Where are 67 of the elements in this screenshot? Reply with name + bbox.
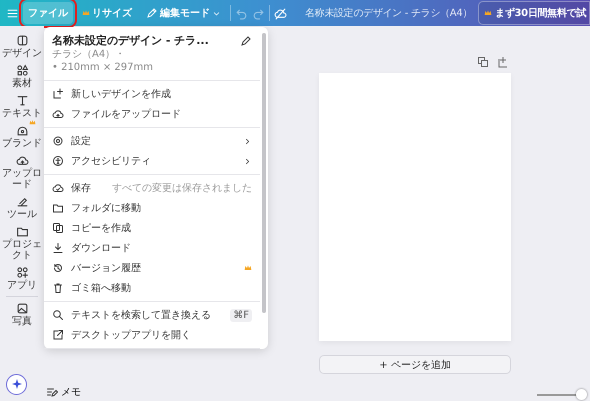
rail-label[interactable]: 写真 <box>1 316 43 327</box>
rail-label[interactable]: テキスト <box>1 108 43 119</box>
history-icon <box>52 262 64 274</box>
rail-label[interactable]: ブランド <box>1 138 43 149</box>
copy-icon[interactable] <box>477 56 489 68</box>
chevron-right-icon <box>243 136 252 146</box>
shapes-icon[interactable] <box>16 64 28 77</box>
cloud-icon[interactable] <box>274 6 287 20</box>
pencil-icon <box>146 7 158 19</box>
search-icon <box>52 309 64 321</box>
image-icon[interactable] <box>16 302 28 315</box>
menu-item[interactable]: 新しいデザインを作成 <box>44 84 260 104</box>
copy-icon <box>52 222 64 234</box>
external-link-icon <box>52 329 64 341</box>
crown-icon <box>244 264 252 272</box>
add-page-icon[interactable] <box>497 56 509 68</box>
save-status: すべての変更は保存されました <box>112 182 252 195</box>
menu-item[interactable]: 保存 すべての変更は保存されました <box>44 178 260 198</box>
crown-icon <box>28 119 36 126</box>
scrollbar[interactable] <box>262 33 266 313</box>
rail-label[interactable]: ツール <box>1 209 43 220</box>
folder-icon[interactable] <box>16 225 28 238</box>
cloud-upload-icon[interactable] <box>16 154 28 167</box>
add-page-button[interactable]: + ページを追加 <box>319 355 511 374</box>
chevron-right-icon <box>243 156 252 166</box>
menu-item[interactable]: アクセシビリティ <box>44 151 260 171</box>
menu-item[interactable]: コピーを作成 <box>44 218 260 238</box>
trial-button[interactable]: まず30日間無料で試 <box>478 1 590 25</box>
crown-icon <box>82 9 90 17</box>
rail-label[interactable]: アプリ <box>1 280 43 291</box>
notes-icon <box>46 386 58 398</box>
folder-icon <box>52 202 64 214</box>
rail-label[interactable]: 素材 <box>1 78 43 89</box>
menu-item[interactable]: テキストを検索して置き換える ⌘F <box>44 305 260 325</box>
rail-label[interactable]: プロジェクト <box>1 239 43 261</box>
building-icon[interactable] <box>16 124 28 137</box>
rail-label[interactable]: デザイン <box>1 48 43 59</box>
pencil-icon[interactable] <box>16 195 28 208</box>
menu-item[interactable]: バージョン履歴 <box>44 258 260 278</box>
trash-icon <box>52 282 64 294</box>
menu-item[interactable]: 設定 <box>44 131 260 151</box>
settings-icon <box>52 135 64 147</box>
cloud-upload-icon <box>52 108 64 120</box>
accessibility-icon <box>52 155 64 167</box>
slider-thumb[interactable] <box>576 389 588 400</box>
rail-label[interactable]: アップロード <box>1 168 43 190</box>
text-icon[interactable] <box>16 94 28 107</box>
magic-button[interactable] <box>6 374 27 394</box>
cloud-check-icon <box>52 182 64 194</box>
menu-item[interactable]: ファイルをアップロード <box>44 104 260 124</box>
document-title: 名称未設定のデザイン - チラシ（A4） <box>304 6 472 20</box>
menu-item[interactable]: ダウンロード <box>44 238 260 258</box>
pencil-icon[interactable] <box>240 34 252 46</box>
design-title: 名称未設定のデザイン - チラ... <box>52 33 209 48</box>
apps-icon[interactable] <box>16 266 28 279</box>
design-size: • 210mm × 297mm <box>52 61 154 74</box>
design-type: チラシ（A4）・ <box>52 48 126 61</box>
crown-icon <box>484 9 492 17</box>
shortcut-key: ⌘F <box>230 308 252 322</box>
layout-icon[interactable] <box>16 34 28 47</box>
menu-item[interactable]: デスクトップアプリを開く <box>44 325 260 345</box>
download-icon <box>52 242 64 254</box>
sparkle-icon <box>10 378 22 390</box>
new-page-icon <box>52 88 64 100</box>
notes-button[interactable]: メモ <box>40 384 87 400</box>
menu-item[interactable]: ゴミ箱へ移動 <box>44 278 260 298</box>
menu-item[interactable]: フォルダに移動 <box>44 198 260 218</box>
